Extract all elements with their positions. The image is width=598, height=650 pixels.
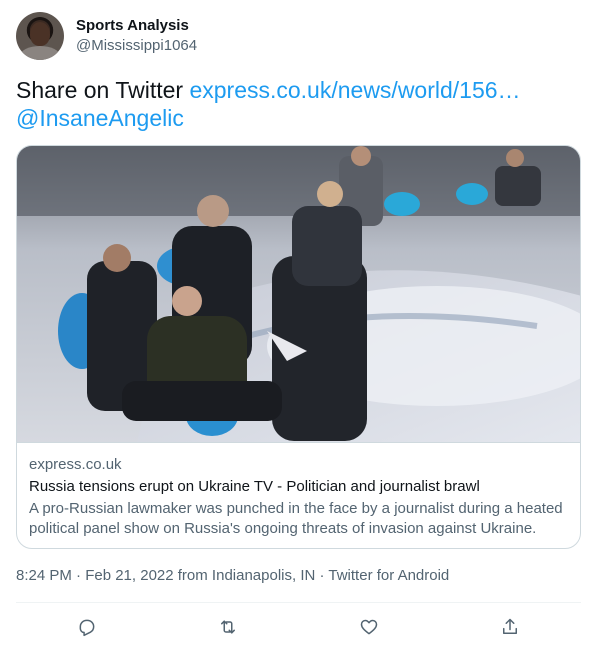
tweet-text: Share on Twitter express.co.uk/news/worl… [16, 76, 576, 132]
divider [16, 602, 581, 603]
tweet: Sports Analysis @Mississippi1064 Share o… [0, 0, 598, 650]
share-button[interactable] [493, 612, 527, 642]
reply-button[interactable] [70, 612, 104, 642]
link-card[interactable]: express.co.uk Russia tensions erupt on U… [16, 145, 581, 549]
like-icon [360, 619, 378, 635]
avatar-face [30, 22, 50, 46]
retweet-button[interactable] [211, 612, 245, 642]
card-domain: express.co.uk [29, 456, 122, 473]
avatar[interactable] [16, 12, 64, 60]
tweet-link[interactable]: express.co.uk/news/world/156… [189, 77, 520, 103]
card-description: A pro-Russian lawmaker was punched in th… [29, 500, 563, 537]
user-handle[interactable]: @Mississippi1064 [76, 36, 197, 56]
tweet-mention[interactable]: @InsaneAngelic [16, 105, 184, 131]
reply-icon [79, 619, 95, 637]
display-name[interactable]: Sports Analysis [76, 16, 197, 36]
card-image[interactable] [17, 146, 580, 442]
card-body: express.co.uk Russia tensions erupt on U… [17, 442, 580, 539]
tweet-header: Sports Analysis @Mississippi1064 [16, 12, 197, 60]
card-title[interactable]: Russia tensions erupt on Ukraine TV - Po… [29, 477, 568, 497]
retweet-icon [220, 620, 235, 634]
share-icon [503, 618, 518, 634]
action-bar [16, 612, 581, 642]
tweet-text-prefix: Share on Twitter [16, 77, 190, 103]
like-button[interactable] [352, 612, 386, 642]
avatar-shirt [20, 46, 60, 60]
user-info: Sports Analysis @Mississippi1064 [76, 16, 197, 56]
tweet-meta[interactable]: 8:24 PM · Feb 21, 2022 from Indianapolis… [16, 566, 449, 586]
card-image-graphic [17, 146, 580, 442]
